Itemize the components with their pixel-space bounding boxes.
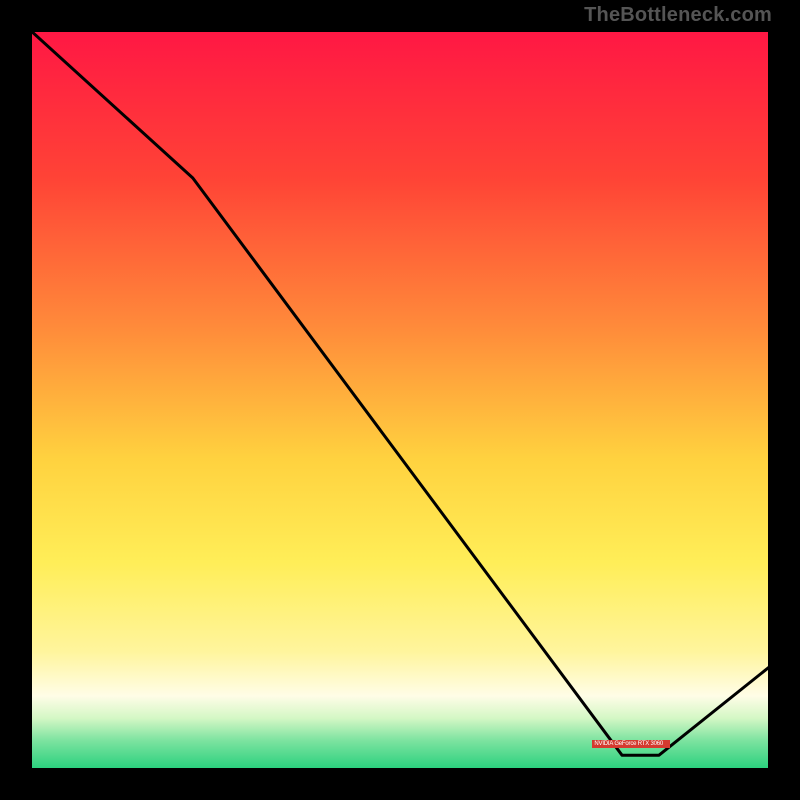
chart-container: TheBottleneck.com NVIDIA GeForce RTX 306… [0,0,800,800]
gpu-label-marker: NVIDIA GeForce RTX 3060 [592,740,670,748]
gpu-label-text: NVIDIA GeForce RTX 3060 [594,741,663,747]
watermark-text: TheBottleneck.com [584,4,772,27]
plot-area [30,30,770,770]
